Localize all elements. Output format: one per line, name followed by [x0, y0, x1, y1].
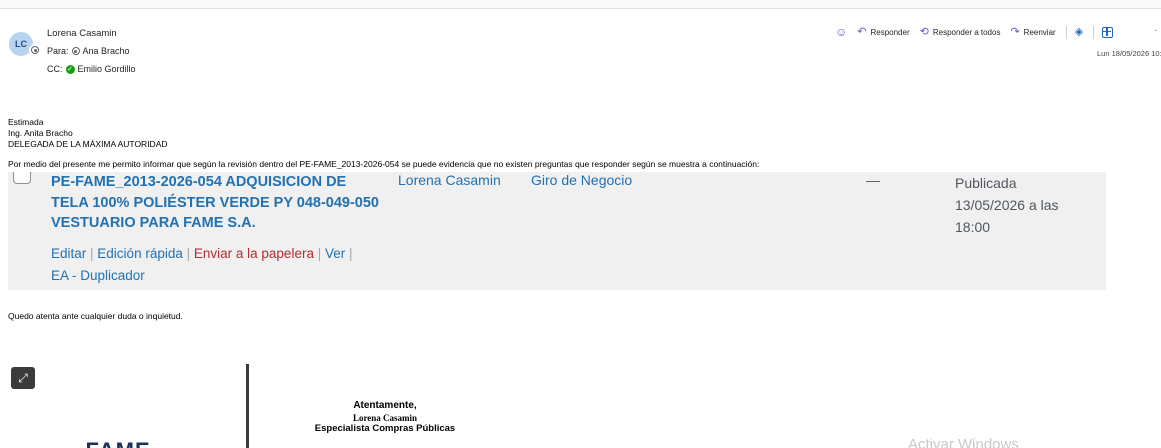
recipient-role: DELEGADA DE LA MÁXIMA AUTORIDAD	[8, 139, 168, 149]
post-tags: —	[866, 172, 880, 188]
emoji-reaction-button[interactable]: ☺	[835, 25, 848, 39]
message-actions: ☺ ↶ Responder ⟲ Responder a todos ↷ Reenvia…	[835, 25, 1123, 39]
presence-available-icon: ✓	[65, 64, 75, 74]
forward-icon: ↷	[1010, 26, 1020, 38]
greeting: Estimada	[8, 117, 44, 127]
activation-watermark: Activar Windows	[908, 436, 1019, 448]
reply-all-label: Responder a todos	[932, 27, 1001, 37]
cc-line: CC: ✓ Emilio Gordillo	[47, 64, 136, 74]
fame-logo: ▪▪▪ FAME	[52, 438, 151, 448]
trash-link[interactable]: Enviar a la papelera	[194, 246, 314, 261]
reply-all-button[interactable]: ⟲ Responder a todos	[919, 26, 1001, 38]
post-category-link[interactable]: Giro de Negocio	[531, 172, 632, 188]
signature-divider	[246, 364, 249, 448]
cc-label: CC:	[47, 64, 63, 74]
reply-label: Responder	[870, 27, 910, 37]
apps-grid-icon[interactable]	[1102, 26, 1114, 38]
expand-icon[interactable]: ⤢	[11, 367, 35, 389]
row-actions: Editar | Edición rápida | Enviar a la pa…	[51, 246, 353, 283]
view-link[interactable]: Ver	[325, 246, 345, 261]
status-label: Publicada	[955, 175, 1017, 191]
signature-name: Lorena Casamin	[352, 413, 418, 423]
forward-label: Reenviar	[1023, 27, 1056, 37]
top-bar	[0, 0, 1161, 9]
divider	[1093, 25, 1095, 39]
divider	[1065, 25, 1067, 39]
reply-all-icon: ⟲	[919, 26, 929, 38]
signature-closing: Atentamente,	[353, 400, 417, 411]
to-label: Para:	[47, 46, 69, 56]
cc-recipient[interactable]: Emilio Gordillo	[78, 64, 136, 74]
recipient-name: Ing. Anita Bracho	[8, 128, 73, 138]
body-paragraph: Por medio del presente me permito inform…	[8, 159, 760, 169]
to-line: Para: Ana Bracho	[47, 46, 130, 56]
reply-icon: ↶	[857, 26, 867, 38]
post-author-link[interactable]: Lorena Casamin	[398, 172, 501, 188]
signature-title: Especialista Compras Públicas	[314, 423, 456, 434]
loop-icon: ◈	[1074, 26, 1084, 38]
post-status: Publicada 13/05/2026 a las 18:00	[955, 172, 1095, 238]
more-options-icon[interactable]: ·	[1154, 25, 1157, 36]
quick-edit-link[interactable]: Edición rápida	[97, 246, 183, 261]
closing-text: Quedo atenta ante cualquier duda o inqui…	[8, 311, 183, 321]
duplicate-link[interactable]: EA - Duplicador	[51, 268, 145, 283]
to-recipient[interactable]: Ana Bracho	[83, 46, 130, 56]
message-date: Lun 18/05/2026 10:2	[1097, 49, 1161, 58]
loop-button[interactable]: ◈	[1074, 26, 1084, 38]
sender-name[interactable]: Lorena Casamin	[47, 28, 117, 39]
avatar-initials: LC	[15, 39, 27, 49]
forward-button[interactable]: ↷ Reenviar	[1010, 26, 1056, 38]
presence-offline-icon	[29, 44, 41, 56]
edit-link[interactable]: Editar	[51, 246, 86, 261]
row-checkbox[interactable]	[13, 172, 31, 184]
smiley-icon: ☺	[835, 25, 848, 39]
status-date: 13/05/2026 a las 18:00	[955, 197, 1059, 235]
post-title-link[interactable]: PE-FAME_2013-2026-054 ADQUISICION DE TEL…	[51, 172, 381, 234]
reply-button[interactable]: ↶ Responder	[857, 26, 910, 38]
presence-offline-icon	[71, 47, 80, 55]
